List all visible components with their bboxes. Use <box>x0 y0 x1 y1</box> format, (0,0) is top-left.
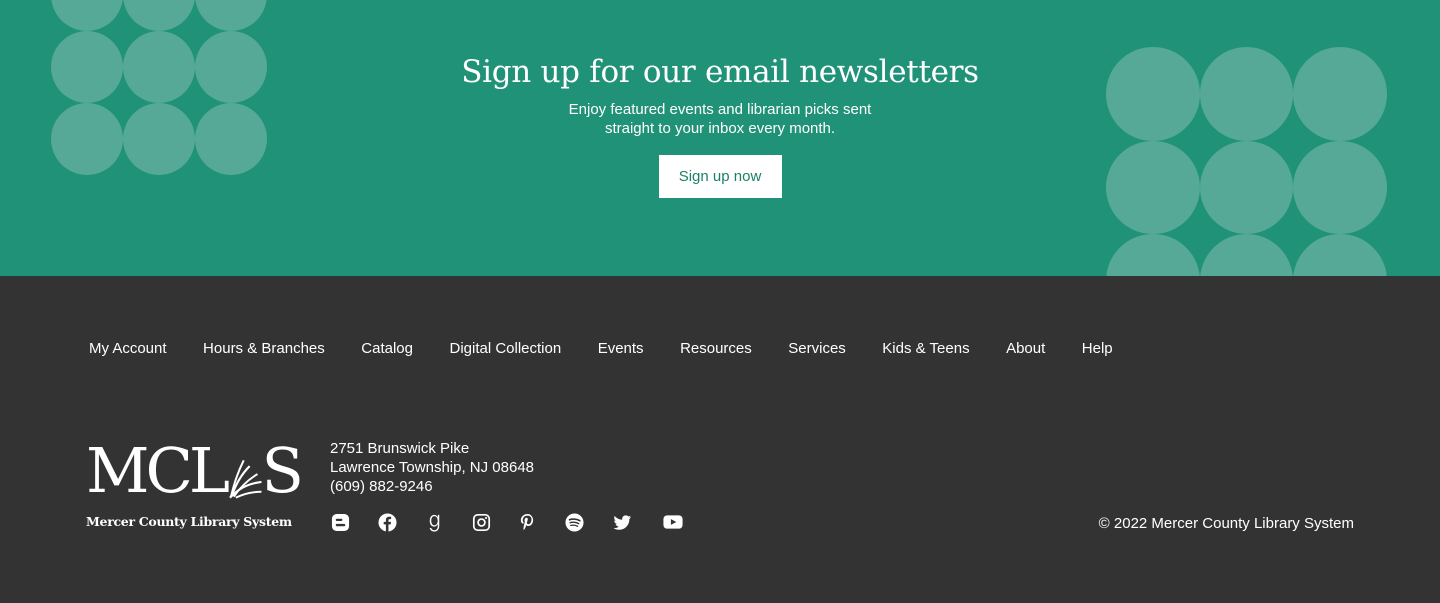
library-address: 2751 Brunswick Pike Lawrence Township, N… <box>330 439 534 496</box>
address-city: Lawrence Township, NJ 08648 <box>330 459 535 476</box>
spotify-icon[interactable] <box>564 512 584 532</box>
footer-nav-services[interactable]: Services <box>788 340 846 357</box>
footer-nav-hours-branches[interactable]: Hours & Branches <box>203 340 325 357</box>
logo-letters: MCL <box>86 434 230 507</box>
footer-nav-help[interactable]: Help <box>1082 340 1113 357</box>
sign-up-button[interactable]: Sign up now <box>658 155 782 198</box>
social-links <box>330 512 683 532</box>
address-street: 2751 Brunswick Pike <box>330 440 470 457</box>
newsletter-title: Sign up for our email newsletters <box>461 54 979 90</box>
youtube-icon[interactable] <box>663 512 683 532</box>
facebook-icon[interactable] <box>377 512 397 532</box>
instagram-icon[interactable] <box>471 512 491 532</box>
logo-mark: MCL S <box>86 434 305 507</box>
site-footer: My Account Hours & Branches Catalog Digi… <box>0 276 1440 603</box>
address-phone[interactable]: (609) 882-9246 <box>330 477 534 496</box>
open-book-icon <box>229 459 262 499</box>
mcls-logo[interactable]: MCL S Mercer County Library System <box>86 434 305 530</box>
twitter-icon[interactable] <box>612 512 632 532</box>
logo-name: Mercer County Library System <box>86 514 292 529</box>
footer-nav-my-account[interactable]: My Account <box>89 340 167 357</box>
goodreads-icon[interactable] <box>424 512 444 532</box>
footer-nav-digital-collection[interactable]: Digital Collection <box>449 340 561 357</box>
footer-nav-resources[interactable]: Resources <box>680 340 752 357</box>
pinterest-icon[interactable] <box>517 512 537 532</box>
footer-nav-events[interactable]: Events <box>598 340 644 357</box>
footer-nav-about[interactable]: About <box>1006 340 1045 357</box>
footer-nav-catalog[interactable]: Catalog <box>361 340 413 357</box>
newsletter-subtitle: Enjoy featured events and librarian pick… <box>568 101 872 137</box>
blogger-icon[interactable] <box>330 512 350 532</box>
footer-nav: My Account Hours & Branches Catalog Digi… <box>89 340 1149 357</box>
newsletter-banner: Sign up for our email newsletters Enjoy … <box>0 0 1440 276</box>
copyright-notice: © 2022 Mercer County Library System <box>1098 515 1354 532</box>
footer-nav-kids-teens[interactable]: Kids & Teens <box>882 340 969 357</box>
logo-letter-s: S <box>261 434 305 507</box>
